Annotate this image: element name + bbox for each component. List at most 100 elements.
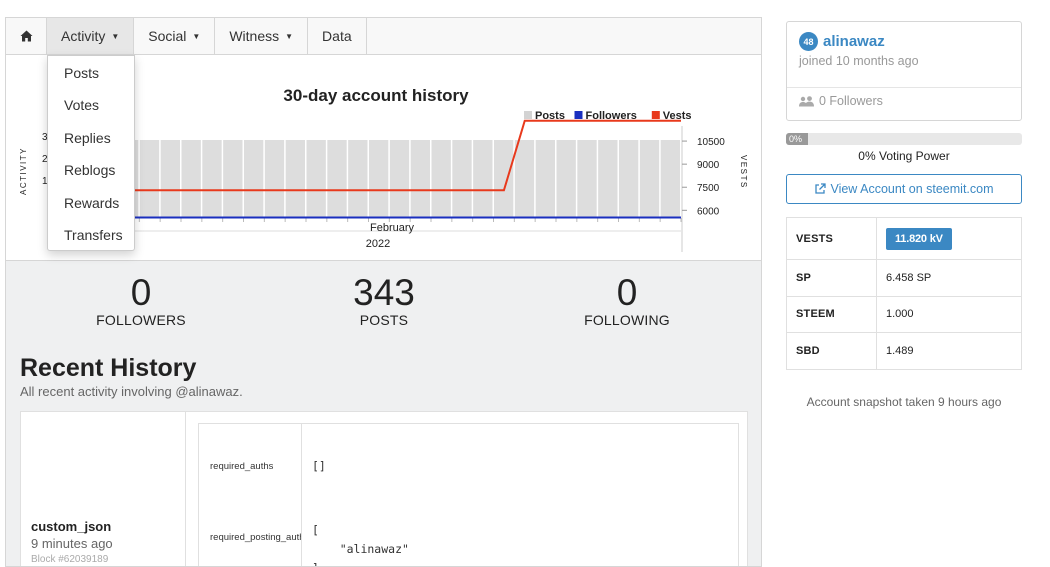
history-item-meta: custom_json 9 minutes ago Block #6203918… [21,412,186,566]
right-tick-label: 9000 [697,160,720,171]
chart-title: 30-day account history [283,86,469,105]
posts-bar [327,140,347,218]
posts-bar [285,140,305,218]
voting-power-fill: 0% [786,133,808,145]
posts-bar [577,140,597,218]
posts-bar [494,140,514,218]
detail-value-required-posting-auths: [ "alinawaz" ] [312,523,409,566]
stat-following[interactable]: 0 FOLLOWING [547,271,707,328]
right-axis-label: VESTS [739,155,748,189]
legend-swatch [651,111,660,119]
dropdown-item-posts[interactable]: Posts [48,57,134,89]
posts-bar [348,140,368,218]
recent-history-title: Recent History [20,354,197,382]
posts-bar [660,140,680,218]
stat-posts[interactable]: 343 POSTS [304,271,464,328]
users-icon [799,95,814,106]
dropdown-item-rewards[interactable]: Rewards [48,187,134,219]
following-label: FOLLOWING [584,312,670,328]
legend-swatch [574,111,583,119]
vests-badge[interactable]: 11.820 kV [886,227,952,250]
account-panel: Activity ▼ Social ▼ Witness ▼ Data 30-da… [5,17,762,567]
balance-value: 1.489 [876,332,1022,370]
profile-username[interactable]: alinawaz [823,33,885,50]
balance-key: STEEM [786,295,877,333]
operation-block[interactable]: Block #62039189 [31,554,108,565]
posts-label: POSTS [359,312,409,328]
posts-bar [473,140,493,218]
x-month-label: February [370,222,415,234]
dropdown-item-replies[interactable]: Replies [48,122,134,154]
detail-value-required-auths: [] [312,459,326,473]
dropdown-item-votes[interactable]: Votes [48,89,134,121]
home-icon [20,30,32,42]
nav-activity-label: Activity [61,28,106,44]
posts-bar [369,140,389,218]
activity-dropdown-menu: Posts Votes Replies Reblogs Rewards Tran… [47,55,135,251]
balance-value: 1.000 [876,295,1022,333]
profile-card: 48 alinawaz joined 10 months ago 0 Follo… [786,21,1022,121]
account-stats: 0 FOLLOWERS 343 POSTS 0 FOLLOWING [6,271,761,351]
posts-bar [639,140,660,218]
posts-bar [306,140,326,218]
right-tick-label: 7500 [697,183,720,194]
posts-bar [556,140,576,218]
caret-down-icon: ▼ [111,31,120,41]
posts-bar [535,140,555,218]
posts-bar [264,140,285,218]
operation-details: required_auths required_posting_auths []… [198,423,739,566]
left-axis-label: ACTIVITY [19,147,28,195]
snapshot-note: Account snapshot taken 9 hours ago [806,395,1002,409]
posts-bar [244,140,264,218]
nav-data-label: Data [322,28,352,44]
history-item: custom_json 9 minutes ago Block #6203918… [20,411,748,566]
caret-down-icon: ▼ [192,31,201,41]
posts-bar [223,140,243,218]
voting-power-text: 0% Voting Power [858,149,950,163]
balance-value: 11.820 kV [876,217,1022,260]
voting-power-bar: 0% [786,133,1022,145]
profile-followers[interactable]: 0 Followers [799,94,883,108]
view-account-label: View Account on steemit.com [830,182,994,196]
nav-witness[interactable]: Witness ▼ [215,18,309,54]
view-account-button[interactable]: View Account on steemit.com [786,174,1022,204]
posts-bar [139,140,160,218]
followers-count-text: 0 Followers [819,94,883,108]
external-link-icon [815,183,827,194]
operation-time: 9 minutes ago [31,536,113,551]
profile-joined: joined 10 months ago [799,54,919,68]
followers-count: 0 [130,272,152,313]
followers-label: FOLLOWERS [96,312,186,328]
posts-bar [181,140,201,218]
recent-history-subtitle: All recent activity involving @alinawaz. [20,384,243,399]
posts-bar [514,140,535,218]
dropdown-item-transfers[interactable]: Transfers [48,219,134,251]
nav-activity[interactable]: Activity ▼ [47,18,135,54]
account-nav: Activity ▼ Social ▼ Witness ▼ Data [6,18,761,55]
right-tick-label: 6000 [697,206,720,217]
dropdown-item-reblogs[interactable]: Reblogs [48,154,134,186]
nav-home[interactable] [6,18,47,54]
balance-row-sp: SP 6.458 SP [786,259,1022,297]
posts-bar [431,140,451,218]
balance-value: 6.458 SP [876,259,1022,297]
x-year-label: 2022 [366,238,390,250]
stat-followers[interactable]: 0 FOLLOWERS [61,271,221,328]
posts-bar [160,140,180,218]
detail-key-required-auths: required_auths [210,461,274,472]
nav-social[interactable]: Social ▼ [134,18,216,54]
posts-count: 343 [353,272,415,313]
nav-data[interactable]: Data [308,18,367,54]
caret-down-icon: ▼ [285,31,294,41]
legend-swatch [524,111,532,119]
balance-key: VESTS [786,217,877,260]
balance-row-steem: STEEM 1.000 [786,295,1022,333]
right-tick-label: 10500 [697,137,725,148]
nav-social-label: Social [148,28,187,44]
balances-table: VESTS 11.820 kV SP 6.458 SP STEEM 1.000 … [786,217,1022,370]
posts-bar [202,140,222,218]
posts-bar [619,140,639,218]
balance-row-vests: VESTS 11.820 kV [786,217,1022,260]
reputation-badge: 48 [799,32,818,51]
following-count: 0 [616,272,638,313]
